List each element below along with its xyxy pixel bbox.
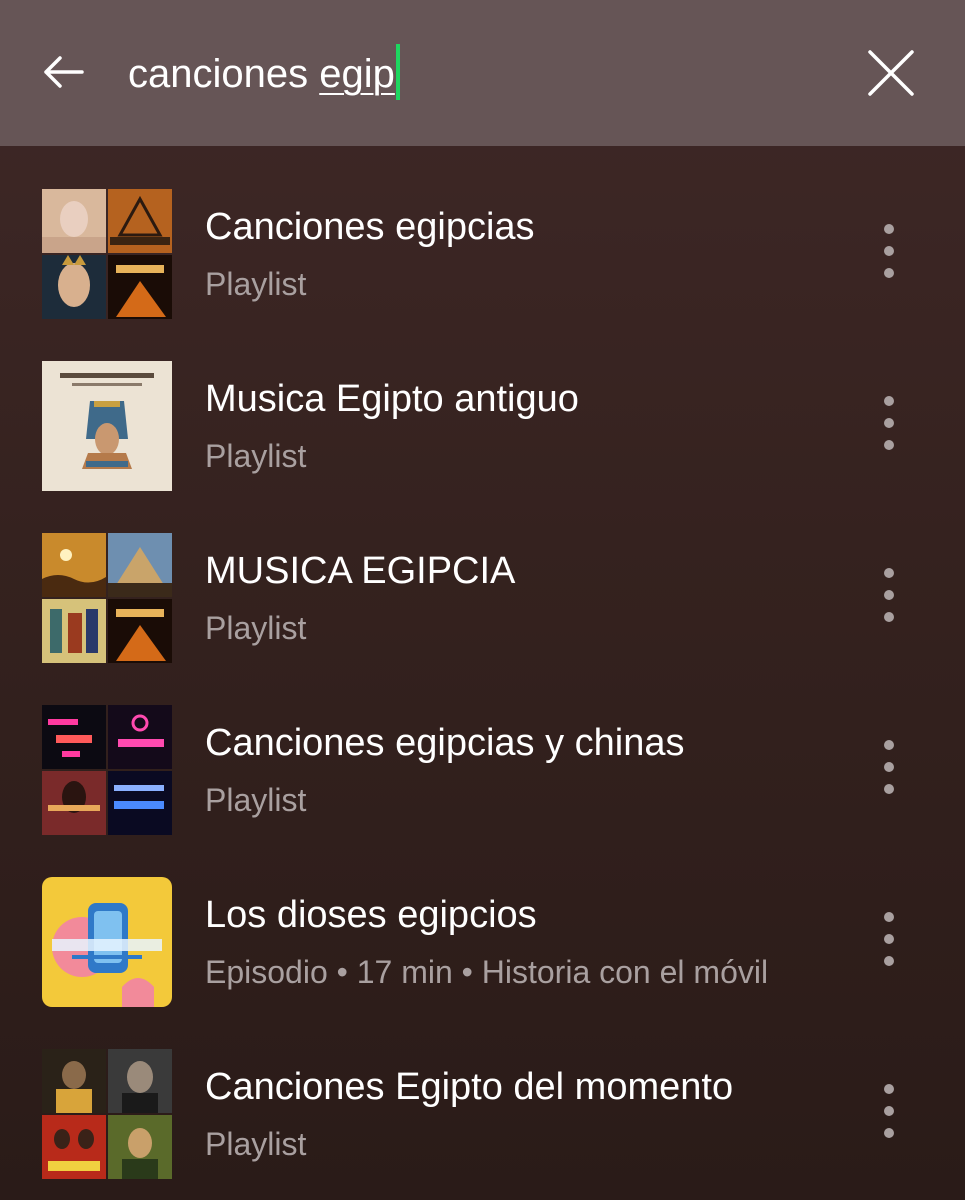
playlist-cover-image <box>42 1049 172 1179</box>
search-header: canciones egip <box>0 0 965 146</box>
search-query-composing: egip <box>319 52 395 96</box>
close-icon <box>868 50 914 96</box>
result-subtitle: Playlist <box>205 266 307 302</box>
result-title: Canciones Egipto del momento <box>205 1066 734 1108</box>
result-row[interactable]: Canciones Egipto del momento Playlist <box>0 1006 965 1179</box>
result-title: Canciones egipcias y chinas <box>205 722 685 764</box>
result-row[interactable]: Canciones egipcias y chinas Playlist <box>0 662 965 835</box>
search-query-prefix: canciones <box>128 52 320 96</box>
text-caret <box>395 44 400 101</box>
more-options-button[interactable] <box>872 396 906 472</box>
result-title: Musica Egipto antiguo <box>205 378 579 420</box>
result-title: Los dioses egipcios <box>205 894 537 936</box>
back-button[interactable] <box>40 50 88 94</box>
result-title: MUSICA EGIPCIA <box>205 550 516 592</box>
result-subtitle: Playlist <box>205 610 307 646</box>
result-row[interactable]: Canciones egipcias Playlist <box>0 146 965 319</box>
result-title: Canciones egipcias <box>205 206 535 248</box>
podcast-episode-cover-image <box>42 877 172 1007</box>
search-input[interactable]: canciones egip <box>128 44 400 104</box>
more-options-button[interactable] <box>872 912 906 988</box>
more-options-button[interactable] <box>872 568 906 644</box>
playlist-cover-image <box>42 705 172 835</box>
clear-search-button[interactable] <box>864 46 918 100</box>
playlist-cover-image <box>42 189 172 319</box>
more-options-button[interactable] <box>872 1084 906 1160</box>
result-subtitle: Playlist <box>205 438 307 474</box>
result-subtitle: Playlist <box>205 782 307 818</box>
more-options-button[interactable] <box>872 740 906 816</box>
playlist-cover-image <box>42 533 172 663</box>
result-subtitle: Playlist <box>205 1126 307 1162</box>
arrow-left-icon <box>44 56 84 88</box>
result-row[interactable]: MUSICA EGIPCIA Playlist <box>0 490 965 663</box>
result-subtitle: Episodio • 17 min • Historia con el móvi… <box>205 954 769 990</box>
result-row[interactable]: Musica Egipto antiguo Playlist <box>0 318 965 491</box>
result-row[interactable]: Los dioses egipcios Episodio • 17 min • … <box>0 834 965 1007</box>
playlist-cover-image <box>42 361 172 491</box>
more-options-button[interactable] <box>872 224 906 300</box>
